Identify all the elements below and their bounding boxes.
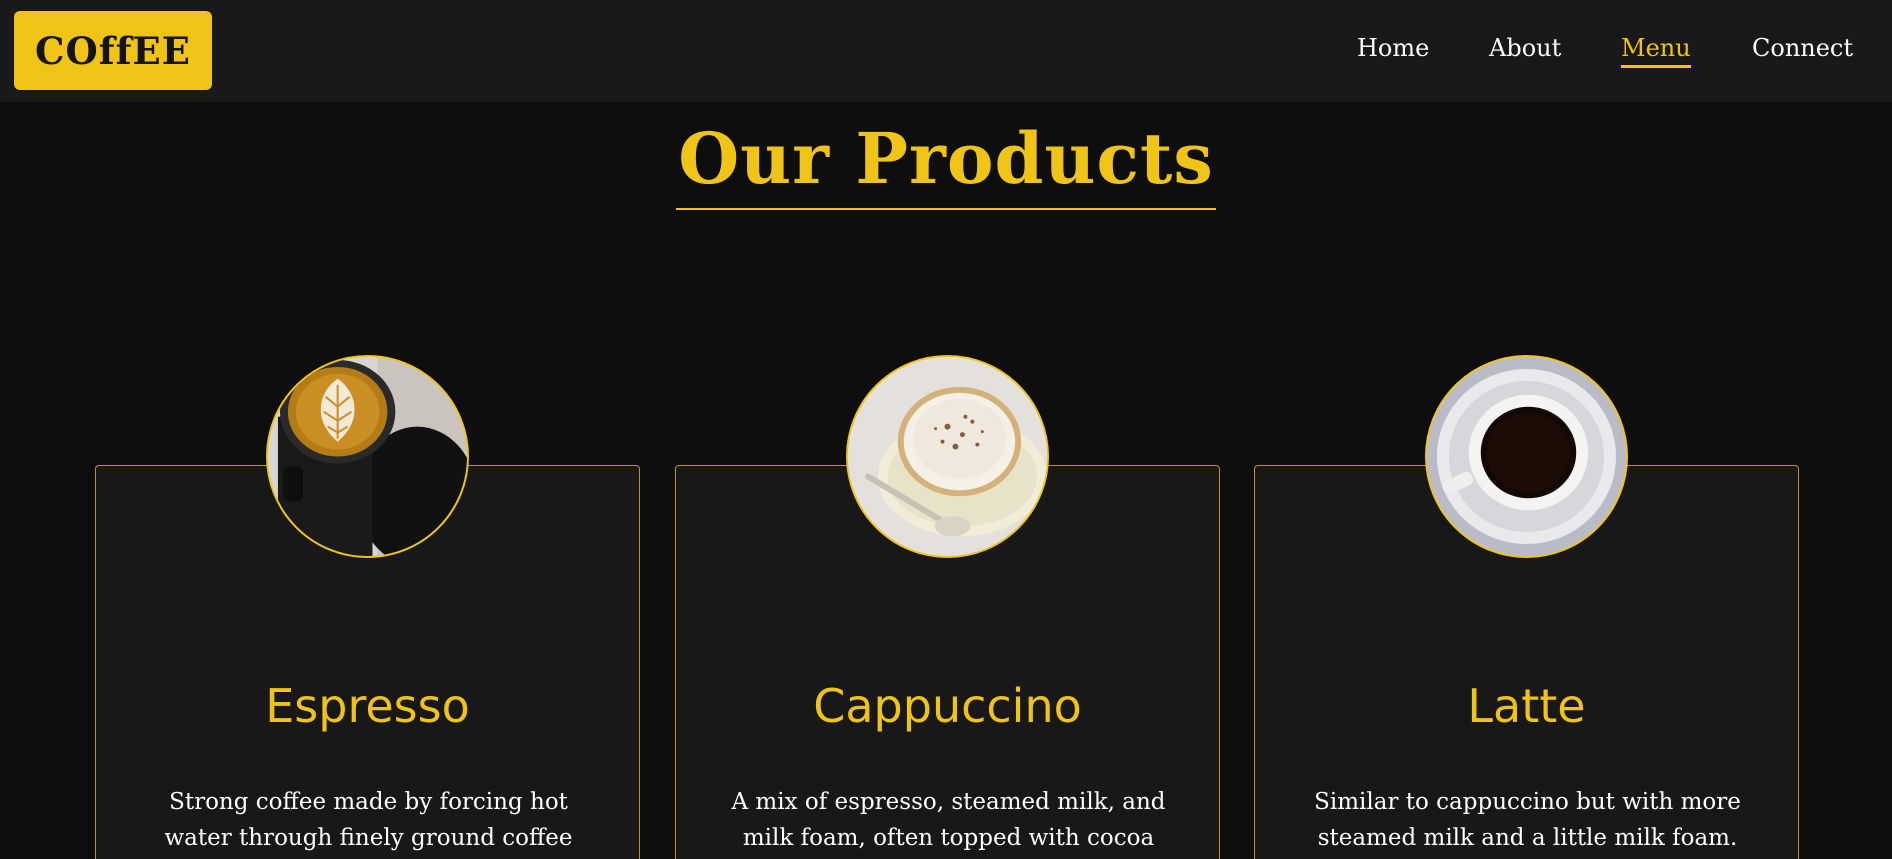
nav-link-connect[interactable]: Connect <box>1752 34 1853 62</box>
product-title: Cappuccino <box>813 679 1082 733</box>
product-description: Strong coffee made by forcing hot water … <box>164 789 573 851</box>
black-coffee-cup-photo <box>1425 355 1628 558</box>
section-title: Our Products <box>676 112 1216 210</box>
nav-link-home[interactable]: Home <box>1357 34 1429 62</box>
latte-art-cup-photo <box>266 355 469 558</box>
product-description: Similar to cappuccino but with more stea… <box>1314 789 1741 851</box>
product-title: Latte <box>1467 679 1586 733</box>
nav-link-menu[interactable]: Menu <box>1621 34 1691 68</box>
product-card-cappuccino: Cappuccino A mix of espresso, steamed mi… <box>675 355 1220 859</box>
site-header: COffEE Home About Menu Connect <box>0 0 1892 102</box>
logo[interactable]: COffEE <box>14 11 212 90</box>
product-card-espresso: Espresso Strong coffee made by forcing h… <box>95 355 640 859</box>
product-title: Espresso <box>265 679 470 733</box>
product-card-latte: Latte Similar to cappuccino but with mor… <box>1254 355 1799 859</box>
product-description: A mix of espresso, steamed milk, and mil… <box>731 789 1166 851</box>
nav-link-about[interactable]: About <box>1489 34 1561 62</box>
cappuccino-cup-photo <box>846 355 1049 558</box>
section-title-wrap: Our Products <box>0 112 1892 210</box>
